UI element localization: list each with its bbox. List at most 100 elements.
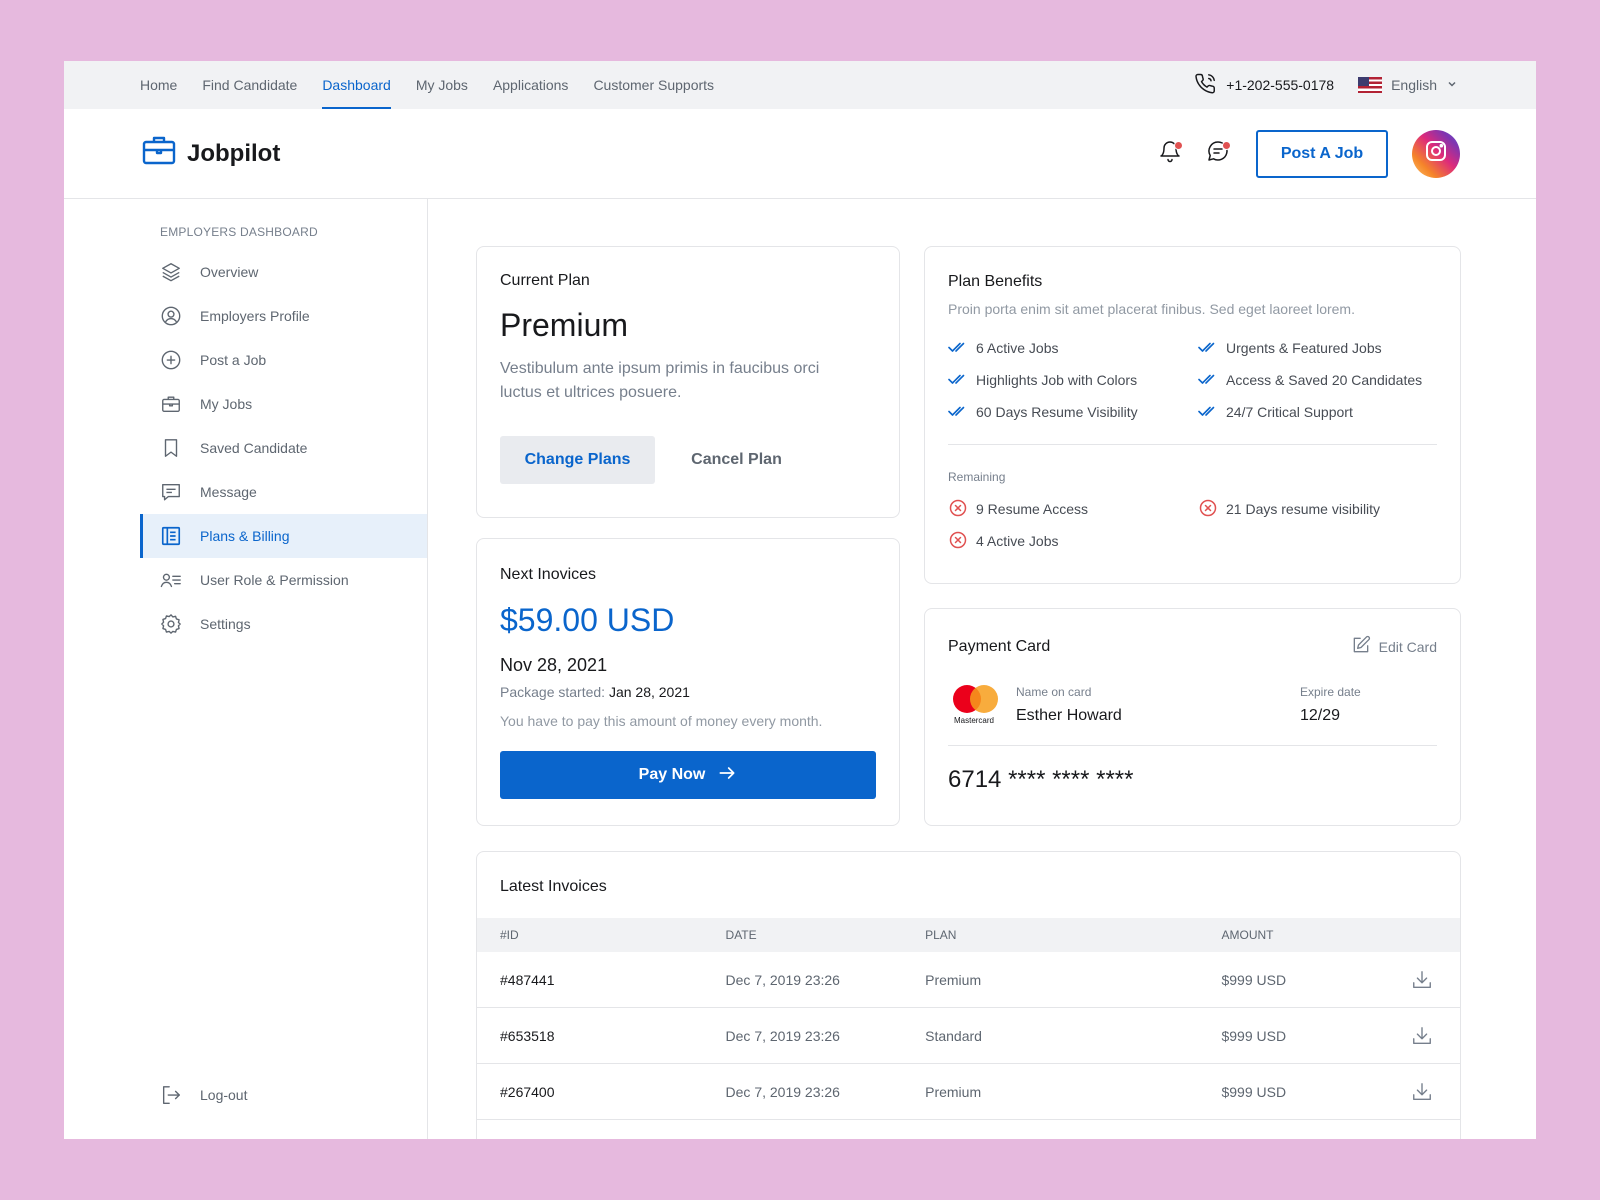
latest-invoices-card: Latest Invoices #ID DATE PLAN AMOUNT #48… (476, 851, 1461, 1139)
sidebar-item-post-a-job[interactable]: Post a Job (64, 338, 427, 382)
invoice-plan: Premium (925, 1083, 982, 1100)
payment-card-header: Payment Card Edit Card (948, 635, 1437, 658)
table-row: #267400 Dec 7, 2019 23:26 Premium $999 U… (477, 1064, 1460, 1120)
invoice-id: #653518 (500, 1027, 555, 1044)
language-selector[interactable]: English (1358, 77, 1458, 93)
invoice-id: #267400 (500, 1083, 555, 1100)
name-on-card: Name on card Esther Howard (1016, 685, 1300, 725)
logo[interactable]: Jobpilot (142, 133, 280, 174)
top-bar: Home Find Candidate Dashboard My Jobs Ap… (64, 61, 1536, 109)
post-job-button[interactable]: Post A Job (1256, 129, 1388, 178)
benefit-item: Urgents & Featured Jobs (1198, 339, 1448, 357)
benefit-item: 60 Days Resume Visibility (948, 403, 1198, 421)
arrow-right-icon (717, 763, 737, 788)
download-icon[interactable] (1411, 1081, 1460, 1103)
next-invoice-title: Next Inovices (500, 566, 597, 583)
expire-value: 12/29 (1300, 707, 1341, 724)
table-row: #487441 Dec 7, 2019 23:26 Premium $999 U… (477, 952, 1460, 1008)
sidebar-item-my-jobs[interactable]: My Jobs (64, 382, 427, 426)
invoice-note: You have to pay this amount of money eve… (500, 713, 823, 729)
sidebar-item-message[interactable]: Message (64, 470, 427, 514)
topnav-home[interactable]: Home (140, 61, 177, 109)
remaining-label-text: 21 Days resume visibility (1226, 501, 1381, 517)
sidebar-title: EMPLOYERS DASHBOARD (160, 225, 318, 239)
header: Jobpilot Post A Job (64, 109, 1536, 199)
double-check-icon (1198, 404, 1218, 421)
sidebar-item-user-role[interactable]: User Role & Permission (64, 558, 427, 602)
payment-card-title: Payment Card (948, 637, 1051, 655)
remaining-item: 21 Days resume visibility (1198, 499, 1448, 518)
card-brand: Mastercard (953, 716, 994, 725)
sidebar-item-saved-candidate[interactable]: Saved Candidate (64, 426, 427, 470)
benefit-label: 6 Active Jobs (976, 340, 1059, 356)
plan-benefits-card: Plan Benefits Proin porta enim sit amet … (924, 246, 1461, 584)
invoice-amount: $999 USD (1221, 1027, 1287, 1044)
top-nav: Home Find Candidate Dashboard My Jobs Ap… (140, 61, 739, 109)
app-window: Home Find Candidate Dashboard My Jobs Ap… (64, 61, 1536, 1139)
package-started-date: Jan 28, 2021 (608, 684, 690, 700)
sidebar-item-label: Message (200, 484, 257, 500)
sidebar-item-employers-profile[interactable]: Employers Profile (64, 294, 427, 338)
bookmark-icon (160, 437, 182, 459)
logout-button[interactable]: Log-out (64, 1073, 247, 1117)
message-icon (160, 481, 182, 503)
message-dot (1222, 140, 1231, 150)
next-invoice-card: Next Inovices $59.00 USD Nov 28, 2021 Pa… (476, 538, 900, 826)
benefits-list: 6 Active Jobs Urgents & Featured Jobs Hi… (948, 339, 1437, 421)
pay-now-button[interactable]: Pay Now (500, 751, 876, 799)
plus-circle-icon (160, 349, 182, 371)
package-started: Package started: Jan 28, 2021 (500, 684, 876, 700)
sidebar-item-settings[interactable]: Settings (64, 602, 427, 646)
expire-label: Expire date (1300, 685, 1361, 699)
double-check-icon (1198, 372, 1218, 389)
benefit-label: Access & Saved 20 Candidates (1226, 372, 1423, 388)
phone-contact[interactable]: +1-202-555-0178 (1195, 73, 1334, 98)
topnav-my-jobs[interactable]: My Jobs (416, 61, 468, 109)
sidebar-item-plans-billing[interactable]: Plans & Billing (140, 514, 427, 558)
layers-icon (160, 261, 182, 283)
remaining-item: 4 Active Jobs (948, 531, 1198, 550)
download-icon[interactable] (1411, 1025, 1460, 1047)
download-icon[interactable] (1411, 969, 1460, 991)
table-row: #653518 Dec 7, 2019 23:26 Standard $999 … (477, 1008, 1460, 1064)
edit-card-label: Edit Card (1378, 638, 1437, 655)
edit-icon (1351, 635, 1371, 658)
invoice-plan: Standard (925, 1027, 982, 1044)
sidebar-item-label: Post a Job (200, 352, 267, 368)
benefit-item: 24/7 Critical Support (1198, 403, 1448, 421)
benefit-label: Urgents & Featured Jobs (1226, 340, 1382, 356)
sidebar-item-label: Overview (200, 264, 259, 280)
plan-actions: Change Plans Cancel Plan (500, 436, 876, 484)
sidebar-item-label: User Role & Permission (200, 572, 349, 588)
topnav-dashboard[interactable]: Dashboard (322, 61, 391, 109)
current-plan-card: Current Plan Premium Vestibulum ante ips… (476, 246, 900, 518)
latest-invoices-title: Latest Invoices (500, 878, 607, 895)
pay-now-label: Pay Now (638, 766, 706, 783)
topnav-find-candidate[interactable]: Find Candidate (202, 61, 297, 109)
user-circle-icon (160, 305, 182, 327)
remaining-label: Remaining (948, 470, 1006, 484)
notification-button[interactable] (1156, 140, 1184, 168)
briefcase-icon (160, 393, 182, 415)
topnav-customer-supports[interactable]: Customer Supports (593, 61, 714, 109)
messages-button[interactable] (1204, 140, 1232, 168)
header-actions: Post A Job (1156, 129, 1460, 178)
sidebar-item-overview[interactable]: Overview (64, 250, 427, 294)
remaining-list: 9 Resume Access 21 Days resume visibilit… (948, 499, 1437, 550)
expire-date: Expire date 12/29 (1300, 685, 1361, 725)
logo-text: Jobpilot (187, 139, 281, 167)
benefit-item: Highlights Job with Colors (948, 371, 1198, 389)
column-header: PLAN (925, 928, 957, 942)
cancel-plan-button[interactable]: Cancel Plan (655, 436, 818, 484)
edit-card-button[interactable]: Edit Card (1351, 635, 1437, 658)
avatar[interactable] (1412, 129, 1460, 178)
divider (948, 444, 1437, 445)
topnav-applications[interactable]: Applications (493, 61, 569, 109)
logout-icon (160, 1084, 182, 1106)
sidebar-item-label: Employers Profile (200, 308, 310, 324)
invoice-amount: $999 USD (1221, 971, 1287, 988)
change-plans-button[interactable]: Change Plans (500, 436, 655, 484)
logout-label: Log-out (200, 1087, 248, 1103)
column-header: DATE (725, 928, 757, 942)
invoice-date: Dec 7, 2019 23:26 (725, 1027, 840, 1044)
